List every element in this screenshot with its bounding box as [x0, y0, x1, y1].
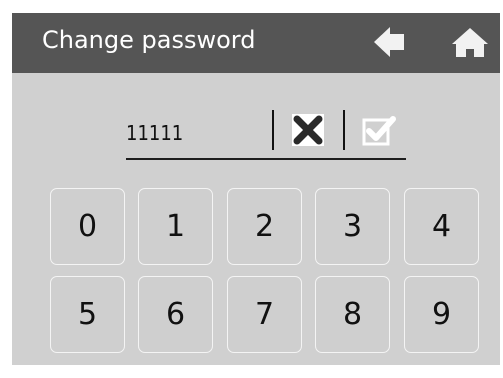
key-1[interactable]: 1 — [138, 188, 213, 265]
confirm-button[interactable] — [362, 114, 396, 146]
clear-x-icon — [292, 114, 324, 146]
change-password-screen: Change password 11111 0 1 2 3 4 5 6 7 8 … — [12, 13, 500, 365]
numeric-keypad: 0 1 2 3 4 5 6 7 8 9 — [50, 188, 490, 363]
divider — [272, 110, 274, 150]
key-3[interactable]: 3 — [315, 188, 390, 265]
key-4[interactable]: 4 — [404, 188, 479, 265]
clear-button[interactable] — [292, 114, 326, 146]
password-value: 11111 — [126, 121, 184, 145]
header-bar: Change password — [12, 13, 500, 73]
back-arrow-icon — [374, 27, 404, 57]
key-9[interactable]: 9 — [404, 276, 479, 353]
key-7[interactable]: 7 — [227, 276, 302, 353]
back-button[interactable] — [370, 23, 410, 61]
password-entry: 11111 — [126, 110, 406, 160]
checkmark-icon — [362, 116, 396, 146]
home-button[interactable] — [450, 23, 490, 61]
key-2[interactable]: 2 — [227, 188, 302, 265]
key-6[interactable]: 6 — [138, 276, 213, 353]
page-title: Change password — [42, 26, 256, 54]
key-8[interactable]: 8 — [315, 276, 390, 353]
key-0[interactable]: 0 — [50, 188, 125, 265]
key-5[interactable]: 5 — [50, 276, 125, 353]
home-icon — [452, 28, 488, 57]
divider — [343, 110, 345, 150]
